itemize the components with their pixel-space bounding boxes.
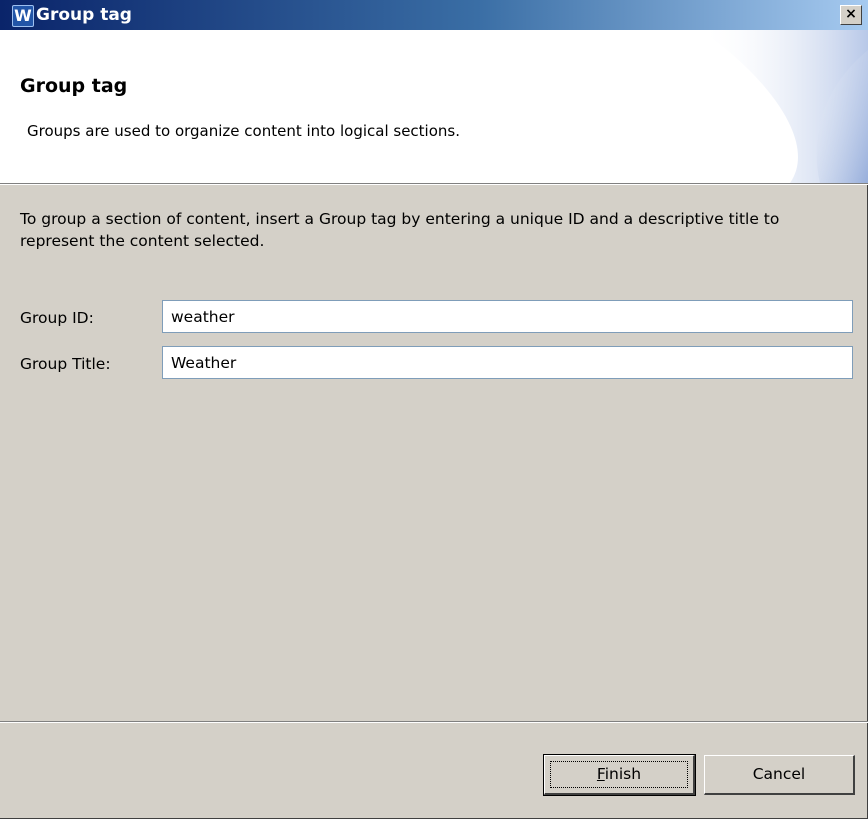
window-title: Group tag <box>36 5 132 25</box>
instructions-text: To group a section of content, insert a … <box>20 210 780 250</box>
header-banner-graphic <box>700 30 868 183</box>
header-banner: Group tag Groups are used to organize co… <box>0 30 868 183</box>
close-button[interactable]: × <box>840 5 862 25</box>
page-title: Group tag <box>20 75 128 97</box>
header-divider <box>0 183 868 185</box>
page-description: Groups are used to organize content into… <box>27 122 460 140</box>
group-title-label: Group Title: <box>20 355 111 373</box>
dialog-window: W Group tag × Group tag Groups are used … <box>0 0 868 819</box>
finish-button[interactable]: Finish <box>543 754 696 796</box>
finish-button-label: Finish <box>597 765 641 783</box>
title-bar[interactable]: W Group tag × <box>0 0 868 30</box>
cancel-button[interactable]: Cancel <box>704 755 855 795</box>
group-id-label: Group ID: <box>20 309 94 327</box>
group-title-input[interactable] <box>162 346 853 379</box>
button-bar-divider <box>0 721 868 723</box>
app-icon: W <box>12 5 34 27</box>
group-id-input[interactable] <box>162 300 853 333</box>
finish-label-rest: inish <box>604 765 642 783</box>
finish-mnemonic: F <box>596 765 605 783</box>
